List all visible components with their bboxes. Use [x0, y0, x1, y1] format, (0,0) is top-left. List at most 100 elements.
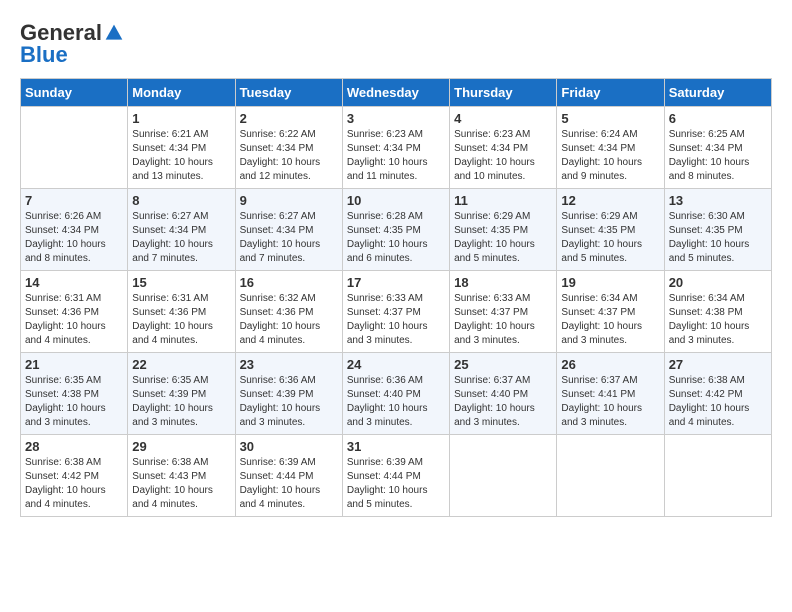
day-number: 11: [454, 193, 552, 208]
day-number: 10: [347, 193, 445, 208]
weekday-header: Thursday: [450, 79, 557, 107]
day-number: 9: [240, 193, 338, 208]
calendar-empty-cell: [450, 435, 557, 517]
logo-blue: Blue: [20, 42, 68, 68]
day-info: Sunrise: 6:33 AM Sunset: 4:37 PM Dayligh…: [347, 292, 445, 348]
weekday-header: Monday: [128, 79, 235, 107]
calendar-week-row: 28 Sunrise: 6:38 AM Sunset: 4:42 PM Dayli…: [21, 435, 772, 517]
day-info: Sunrise: 6:37 AM Sunset: 4:40 PM Dayligh…: [454, 374, 552, 430]
calendar-day-cell: 3 Sunrise: 6:23 AM Sunset: 4:34 PM Daylig…: [342, 107, 449, 189]
calendar-day-cell: 16 Sunrise: 6:32 AM Sunset: 4:36 PM Dayli…: [235, 271, 342, 353]
weekday-header: Friday: [557, 79, 664, 107]
day-info: Sunrise: 6:27 AM Sunset: 4:34 PM Dayligh…: [132, 210, 230, 266]
calendar-day-cell: 2 Sunrise: 6:22 AM Sunset: 4:34 PM Daylig…: [235, 107, 342, 189]
day-number: 19: [561, 275, 659, 290]
day-info: Sunrise: 6:30 AM Sunset: 4:35 PM Dayligh…: [669, 210, 767, 266]
day-number: 17: [347, 275, 445, 290]
day-number: 31: [347, 439, 445, 454]
calendar-day-cell: 9 Sunrise: 6:27 AM Sunset: 4:34 PM Daylig…: [235, 189, 342, 271]
logo: General Blue: [20, 20, 124, 68]
day-number: 1: [132, 111, 230, 126]
calendar-day-cell: 13 Sunrise: 6:30 AM Sunset: 4:35 PM Dayli…: [664, 189, 771, 271]
day-info: Sunrise: 6:29 AM Sunset: 4:35 PM Dayligh…: [454, 210, 552, 266]
day-info: Sunrise: 6:39 AM Sunset: 4:44 PM Dayligh…: [347, 456, 445, 512]
calendar-day-cell: 1 Sunrise: 6:21 AM Sunset: 4:34 PM Daylig…: [128, 107, 235, 189]
calendar-day-cell: 27 Sunrise: 6:38 AM Sunset: 4:42 PM Dayli…: [664, 353, 771, 435]
calendar-day-cell: 11 Sunrise: 6:29 AM Sunset: 4:35 PM Dayli…: [450, 189, 557, 271]
day-info: Sunrise: 6:33 AM Sunset: 4:37 PM Dayligh…: [454, 292, 552, 348]
weekday-header: Saturday: [664, 79, 771, 107]
logo-icon: [104, 23, 124, 43]
day-number: 16: [240, 275, 338, 290]
day-number: 24: [347, 357, 445, 372]
calendar-day-cell: 19 Sunrise: 6:34 AM Sunset: 4:37 PM Dayli…: [557, 271, 664, 353]
day-info: Sunrise: 6:38 AM Sunset: 4:42 PM Dayligh…: [25, 456, 123, 512]
calendar-day-cell: 10 Sunrise: 6:28 AM Sunset: 4:35 PM Dayli…: [342, 189, 449, 271]
calendar-week-row: 1 Sunrise: 6:21 AM Sunset: 4:34 PM Daylig…: [21, 107, 772, 189]
weekday-header: Sunday: [21, 79, 128, 107]
day-info: Sunrise: 6:31 AM Sunset: 4:36 PM Dayligh…: [25, 292, 123, 348]
day-number: 6: [669, 111, 767, 126]
day-number: 2: [240, 111, 338, 126]
weekday-header: Tuesday: [235, 79, 342, 107]
calendar-day-cell: 29Sunrise: 6:38 AM Sunset: 4:43 PM Dayli…: [128, 435, 235, 517]
day-info: Sunrise: 6:34 AM Sunset: 4:37 PM Dayligh…: [561, 292, 659, 348]
calendar-day-cell: 18Sunrise: 6:33 AM Sunset: 4:37 PM Dayli…: [450, 271, 557, 353]
calendar-day-cell: 22 Sunrise: 6:35 AM Sunset: 4:39 PM Dayli…: [128, 353, 235, 435]
day-number: 12: [561, 193, 659, 208]
calendar-day-cell: 8 Sunrise: 6:27 AM Sunset: 4:34 PM Daylig…: [128, 189, 235, 271]
day-info: Sunrise: 6:22 AM Sunset: 4:34 PM Dayligh…: [240, 128, 338, 184]
day-number: 27: [669, 357, 767, 372]
calendar-day-cell: 24 Sunrise: 6:36 AM Sunset: 4:40 PM Dayli…: [342, 353, 449, 435]
calendar-day-cell: 6 Sunrise: 6:25 AM Sunset: 4:34 PM Daylig…: [664, 107, 771, 189]
day-number: 3: [347, 111, 445, 126]
day-number: 25: [454, 357, 552, 372]
day-info: Sunrise: 6:32 AM Sunset: 4:36 PM Dayligh…: [240, 292, 338, 348]
calendar-day-cell: 30Sunrise: 6:39 AM Sunset: 4:44 PM Dayli…: [235, 435, 342, 517]
day-info: Sunrise: 6:37 AM Sunset: 4:41 PM Dayligh…: [561, 374, 659, 430]
day-info: Sunrise: 6:35 AM Sunset: 4:39 PM Dayligh…: [132, 374, 230, 430]
calendar-day-cell: 28 Sunrise: 6:38 AM Sunset: 4:42 PM Dayli…: [21, 435, 128, 517]
day-number: 23: [240, 357, 338, 372]
day-number: 22: [132, 357, 230, 372]
day-info: Sunrise: 6:27 AM Sunset: 4:34 PM Dayligh…: [240, 210, 338, 266]
day-number: 28: [25, 439, 123, 454]
day-number: 14: [25, 275, 123, 290]
day-info: Sunrise: 6:26 AM Sunset: 4:34 PM Dayligh…: [25, 210, 123, 266]
day-info: Sunrise: 6:25 AM Sunset: 4:34 PM Dayligh…: [669, 128, 767, 184]
day-info: Sunrise: 6:21 AM Sunset: 4:34 PM Dayligh…: [132, 128, 230, 184]
calendar-day-cell: 5Sunrise: 6:24 AM Sunset: 4:34 PM Daylig…: [557, 107, 664, 189]
calendar-day-cell: 20Sunrise: 6:34 AM Sunset: 4:38 PM Dayli…: [664, 271, 771, 353]
day-number: 5: [561, 111, 659, 126]
calendar-week-row: 21Sunrise: 6:35 AM Sunset: 4:38 PM Dayli…: [21, 353, 772, 435]
calendar-day-cell: 7Sunrise: 6:26 AM Sunset: 4:34 PM Daylig…: [21, 189, 128, 271]
calendar-week-row: 7Sunrise: 6:26 AM Sunset: 4:34 PM Daylig…: [21, 189, 772, 271]
day-info: Sunrise: 6:28 AM Sunset: 4:35 PM Dayligh…: [347, 210, 445, 266]
calendar-empty-cell: [21, 107, 128, 189]
day-number: 13: [669, 193, 767, 208]
day-info: Sunrise: 6:38 AM Sunset: 4:43 PM Dayligh…: [132, 456, 230, 512]
calendar-day-cell: 14 Sunrise: 6:31 AM Sunset: 4:36 PM Dayli…: [21, 271, 128, 353]
day-info: Sunrise: 6:36 AM Sunset: 4:39 PM Dayligh…: [240, 374, 338, 430]
calendar-day-cell: 26 Sunrise: 6:37 AM Sunset: 4:41 PM Dayli…: [557, 353, 664, 435]
calendar-header-row: SundayMondayTuesdayWednesdayThursdayFrid…: [21, 79, 772, 107]
day-info: Sunrise: 6:38 AM Sunset: 4:42 PM Dayligh…: [669, 374, 767, 430]
day-number: 30: [240, 439, 338, 454]
day-number: 20: [669, 275, 767, 290]
calendar-empty-cell: [557, 435, 664, 517]
weekday-header: Wednesday: [342, 79, 449, 107]
day-info: Sunrise: 6:36 AM Sunset: 4:40 PM Dayligh…: [347, 374, 445, 430]
calendar-week-row: 14 Sunrise: 6:31 AM Sunset: 4:36 PM Dayli…: [21, 271, 772, 353]
calendar-day-cell: 31 Sunrise: 6:39 AM Sunset: 4:44 PM Dayli…: [342, 435, 449, 517]
calendar-day-cell: 17 Sunrise: 6:33 AM Sunset: 4:37 PM Dayli…: [342, 271, 449, 353]
day-number: 15: [132, 275, 230, 290]
day-number: 26: [561, 357, 659, 372]
calendar-day-cell: 4Sunrise: 6:23 AM Sunset: 4:34 PM Daylig…: [450, 107, 557, 189]
day-number: 21: [25, 357, 123, 372]
calendar-day-cell: 25 Sunrise: 6:37 AM Sunset: 4:40 PM Dayli…: [450, 353, 557, 435]
day-info: Sunrise: 6:23 AM Sunset: 4:34 PM Dayligh…: [347, 128, 445, 184]
calendar-day-cell: 12 Sunrise: 6:29 AM Sunset: 4:35 PM Dayli…: [557, 189, 664, 271]
day-number: 8: [132, 193, 230, 208]
day-info: Sunrise: 6:29 AM Sunset: 4:35 PM Dayligh…: [561, 210, 659, 266]
calendar-empty-cell: [664, 435, 771, 517]
